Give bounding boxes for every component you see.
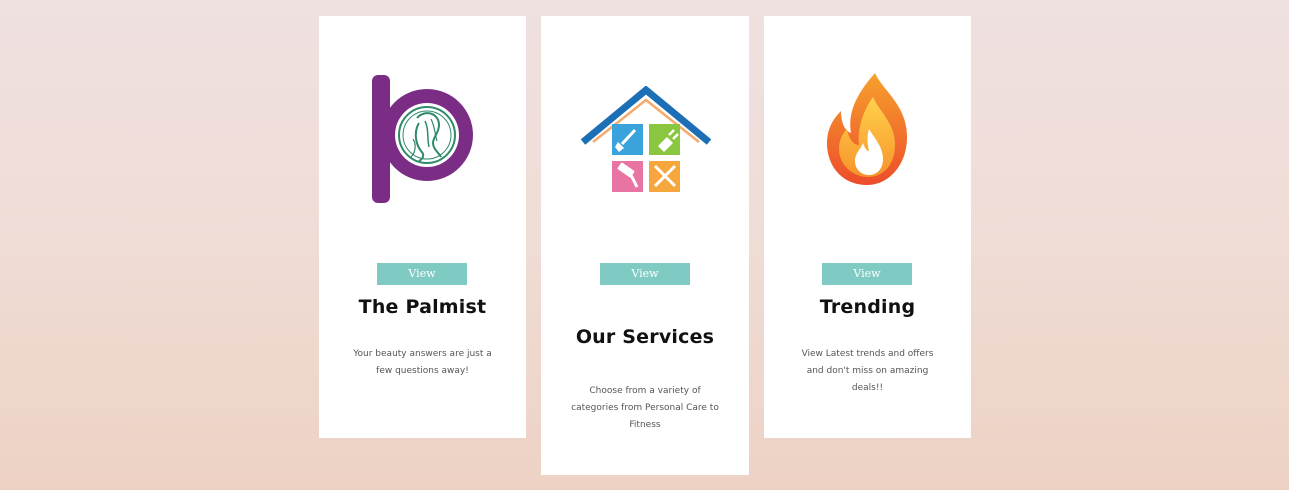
palmist-description: Your beauty answers are just a few quest… [353, 349, 492, 376]
services-description: Choose from a variety of categories from… [571, 386, 719, 430]
palmist-logo-icon [372, 75, 473, 203]
services-card: View Our Services Choose from a variety … [541, 16, 749, 475]
trending-card: View Trending View Latest trends and off… [764, 16, 971, 438]
services-title: Our Services [575, 326, 715, 348]
palmist-logo [319, 16, 526, 261]
trending-logo [764, 16, 971, 261]
services-view-button[interactable]: View [600, 263, 690, 285]
trending-view-button[interactable]: View [822, 263, 912, 285]
palmist-title: The Palmist [358, 296, 487, 318]
trending-title: Trending [819, 296, 916, 318]
flame-icon [827, 73, 907, 185]
palmist-view-button[interactable]: View [377, 263, 467, 285]
palmist-card: View The Palmist Your beauty answers are… [319, 16, 526, 438]
services-logo [541, 16, 749, 261]
trending-description: View Latest trends and offers and don't … [801, 349, 934, 393]
house-services-icon [581, 86, 711, 192]
